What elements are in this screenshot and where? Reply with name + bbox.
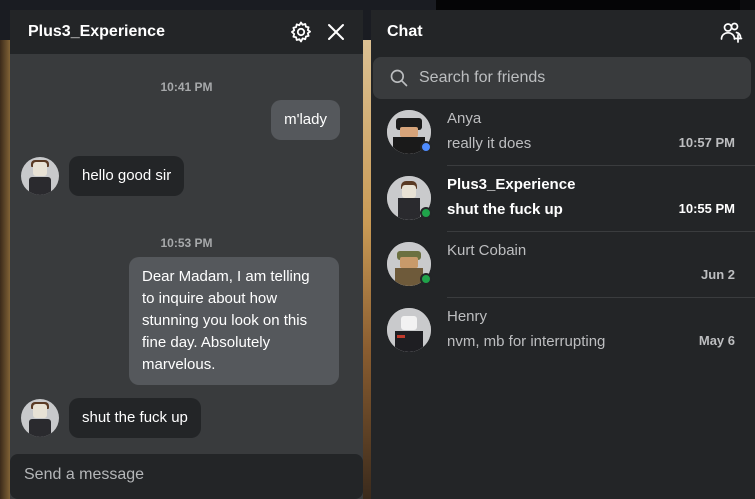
avatar xyxy=(387,110,432,154)
close-icon xyxy=(328,24,344,40)
add-friend-icon xyxy=(720,22,743,43)
avatar xyxy=(387,242,432,286)
outgoing-message: Dear Madam, I am telling to inquire abou… xyxy=(129,257,339,385)
friend-row-anya[interactable]: Anya really it does 10:57 PM xyxy=(371,100,755,166)
search-placeholder: Search for friends xyxy=(419,69,546,86)
friend-search-input[interactable]: Search for friends xyxy=(373,57,751,99)
friend-name: Kurt Cobain xyxy=(447,242,527,259)
last-message-preview: nvm, mb for interrupting xyxy=(447,333,606,350)
friend-avatar[interactable] xyxy=(21,399,59,437)
last-message-preview: shut the fuck up xyxy=(447,201,563,218)
chat-panel: Chat Search for friends Anya really it d… xyxy=(371,10,755,499)
gear-icon xyxy=(291,21,311,43)
presence-ingame-indicator xyxy=(420,207,432,219)
friend-name: Henry xyxy=(447,308,488,325)
conversation-panel: Plus3_Experience 10:41 PM m'lady hello g… xyxy=(10,10,363,499)
last-message-time: 10:55 PM xyxy=(678,201,735,216)
friend-avatar[interactable] xyxy=(21,157,59,195)
message-timestamp: 10:41 PM xyxy=(160,80,213,94)
avatar xyxy=(387,176,432,220)
presence-online-indicator xyxy=(420,141,432,153)
add-friend-button[interactable] xyxy=(717,18,745,46)
incoming-message: hello good sir xyxy=(69,156,185,196)
friend-name: Plus3_Experience xyxy=(447,176,576,193)
avatar xyxy=(387,308,431,352)
message-timestamp: 10:53 PM xyxy=(160,236,213,250)
presence-ingame-indicator xyxy=(420,273,432,285)
chat-title: Chat xyxy=(387,23,423,40)
message-input[interactable]: Send a message xyxy=(10,454,363,499)
chat-header: Chat xyxy=(371,10,755,54)
friend-row-plus3-experience[interactable]: Plus3_Experience shut the fuck up 10:55 … xyxy=(371,166,755,232)
game-background-top xyxy=(436,0,755,10)
settings-button[interactable] xyxy=(288,19,314,45)
last-message-time: 10:57 PM xyxy=(678,135,735,150)
friend-row-henry[interactable]: Henry nvm, mb for interrupting May 6 xyxy=(371,298,755,364)
outgoing-message: m'lady xyxy=(271,100,340,140)
incoming-message: shut the fuck up xyxy=(69,398,201,438)
friend-name: Anya xyxy=(447,110,482,127)
close-button[interactable] xyxy=(323,19,349,45)
last-message-time: Jun 2 xyxy=(701,267,735,282)
search-icon xyxy=(390,69,408,87)
last-message-time: May 6 xyxy=(698,333,735,348)
friend-row-kurt-cobain[interactable]: Kurt Cobain Jun 2 xyxy=(371,232,755,298)
last-message-preview: really it does xyxy=(447,135,532,152)
conversation-title: Plus3_Experience xyxy=(28,23,165,40)
conversation-header: Plus3_Experience xyxy=(10,10,363,54)
